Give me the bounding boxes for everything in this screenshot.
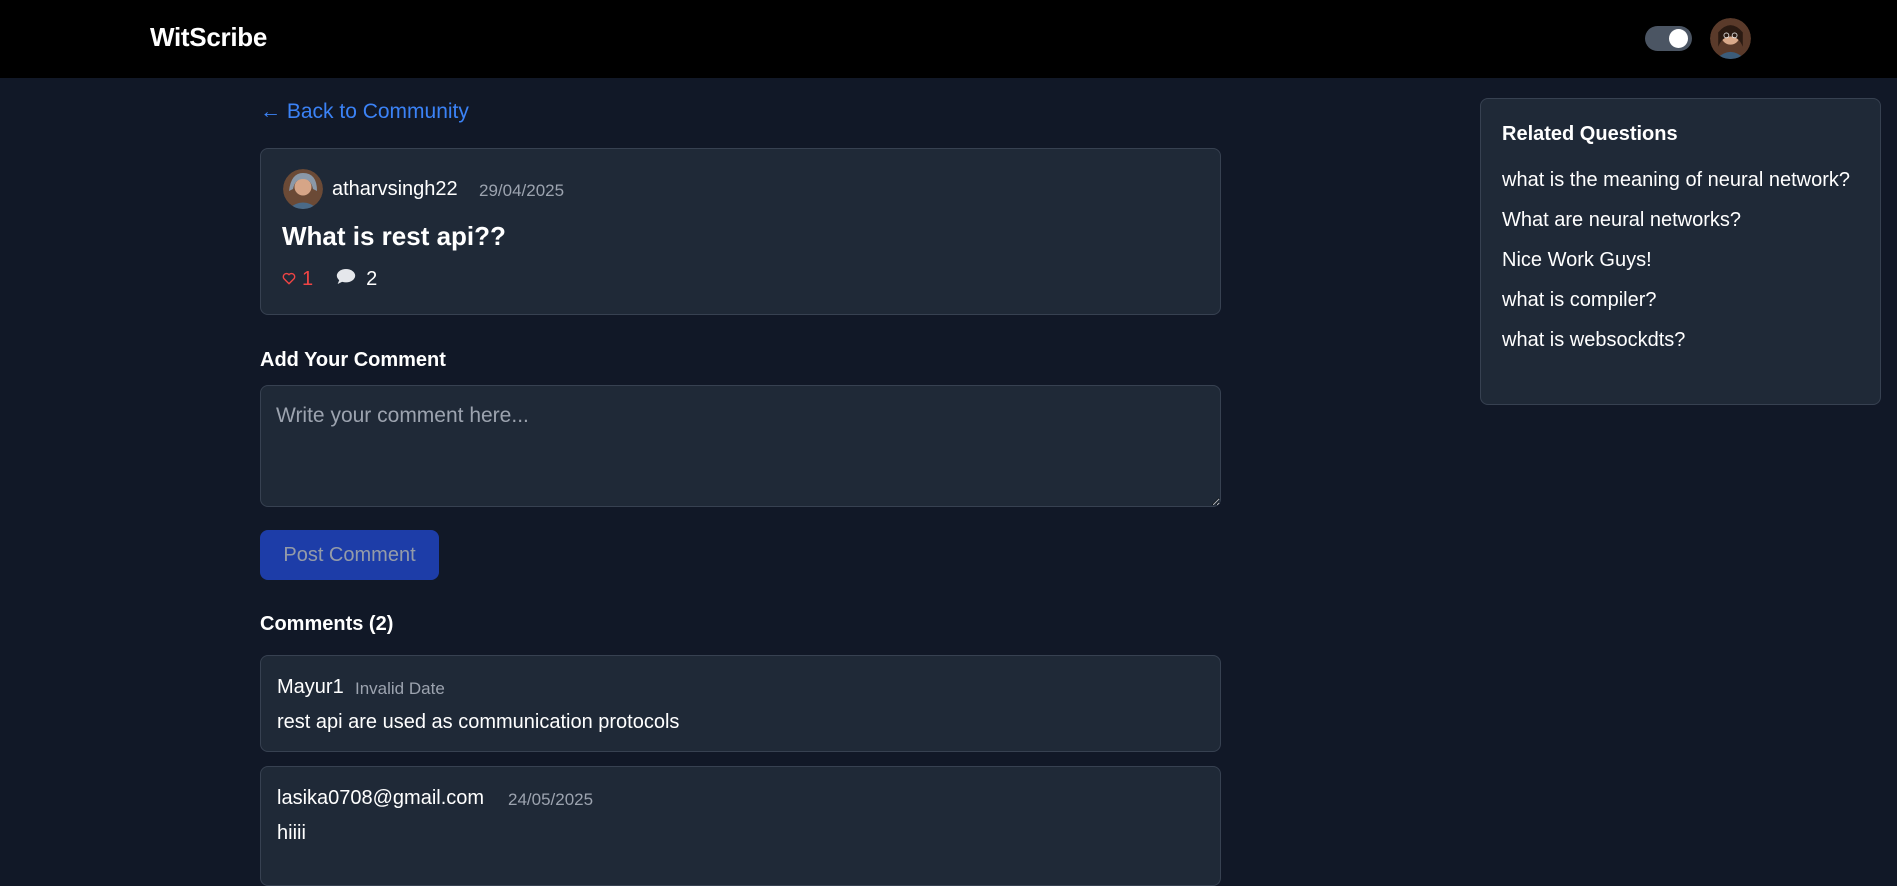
comment-author: lasika0708@gmail.com [277,787,485,809]
related-question-link[interactable]: what is the meaning of neural network? [1502,165,1862,195]
comment-author: Mayur1 [277,676,344,698]
comments-heading: Comments (2) [260,613,394,635]
related-questions-heading: Related Questions [1502,123,1678,145]
like-count: 1 [302,267,314,290]
top-navbar: WitScribe [0,0,1897,78]
comment-item: Mayur1 Invalid Date rest api are used as… [260,655,1221,752]
comment-date: 24/05/2025 [508,790,594,809]
question-card: atharvsingh22 29/04/2025 What is rest ap… [260,148,1221,315]
brand-logo[interactable]: WitScribe [150,22,267,53]
comment-item: lasika0708@gmail.com 24/05/2025 hiiii [260,766,1221,886]
comment-count-value: 2 [366,267,378,290]
comment-text: rest api are used as communication proto… [277,711,680,733]
related-questions-list: what is the meaning of neural network? W… [1502,165,1862,365]
back-to-community-link[interactable]: ← Back to Community [260,100,469,124]
comment-text: hiiii [277,822,306,844]
comment-input[interactable] [260,385,1221,507]
post-author-name[interactable]: atharvsingh22 [332,178,458,201]
post-stats: 1 2 [282,267,377,291]
comment-date: Invalid Date [355,679,445,698]
theme-toggle[interactable] [1645,26,1692,51]
question-title: What is rest api?? [282,221,506,251]
related-question-link[interactable]: what is compiler? [1502,285,1862,315]
user-avatar[interactable] [1710,18,1751,59]
heart-outline-icon [282,268,302,291]
like-button[interactable]: 1 [282,268,313,291]
add-comment-heading: Add Your Comment [260,349,446,371]
post-date: 29/04/2025 [479,181,565,200]
comment-count: 2 [336,268,377,291]
post-comment-button[interactable]: Post Comment [260,530,439,580]
post-author-avatar [283,169,323,209]
speech-bubble-icon [336,268,366,291]
related-questions-panel: Related Questions what is the meaning of… [1480,98,1881,405]
related-question-link[interactable]: what is websockdts? [1502,325,1862,355]
theme-toggle-knob [1669,29,1688,48]
related-question-link[interactable]: Nice Work Guys! [1502,245,1862,275]
related-question-link[interactable]: What are neural networks? [1502,205,1862,235]
